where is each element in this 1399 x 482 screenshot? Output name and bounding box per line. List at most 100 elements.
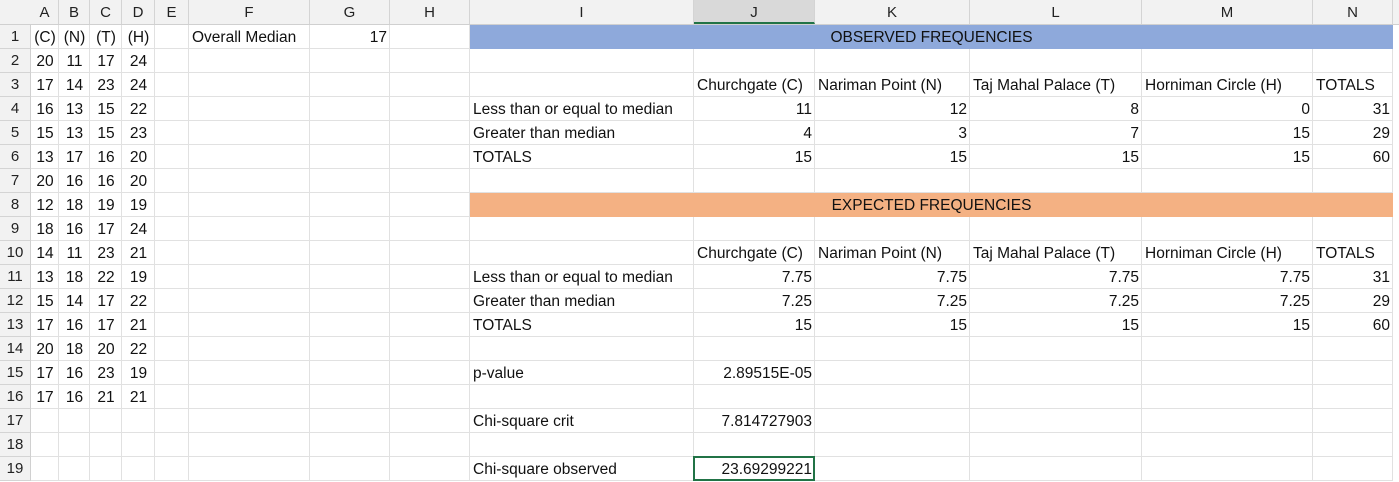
row-header-16[interactable]: 16 [0, 385, 31, 409]
raw-data-cell[interactable]: 18 [59, 265, 90, 289]
row-header-10[interactable]: 10 [0, 241, 31, 265]
observed-row-label[interactable]: TOTALS [470, 145, 694, 169]
raw-data-cell[interactable]: 21 [122, 241, 155, 265]
raw-data-cell[interactable]: 20 [31, 337, 59, 361]
row-header-11[interactable]: 11 [0, 265, 31, 289]
raw-data-cell[interactable]: 21 [122, 313, 155, 337]
raw-data-cell[interactable]: 17 [31, 73, 59, 97]
observed-value-cell[interactable]: 15 [815, 145, 970, 169]
raw-data-cell[interactable]: 14 [31, 241, 59, 265]
expected-value-cell[interactable]: 15 [1142, 313, 1313, 337]
observed-value-cell[interactable]: 11 [694, 97, 815, 121]
raw-data-cell[interactable]: 16 [59, 361, 90, 385]
raw-data-cell[interactable]: 22 [122, 289, 155, 313]
row-header-4[interactable]: 4 [0, 97, 31, 121]
raw-data-cell[interactable]: 14 [59, 73, 90, 97]
raw-header-a[interactable]: (C) [31, 25, 59, 49]
row-header-14[interactable]: 14 [0, 337, 31, 361]
stat-label[interactable]: p-value [470, 361, 694, 385]
raw-data-cell[interactable]: 20 [31, 49, 59, 73]
expected-frequencies-title[interactable]: EXPECTED FREQUENCIES [470, 193, 1393, 217]
observed-header-l[interactable]: Taj Mahal Palace (T) [970, 73, 1142, 97]
raw-data-cell[interactable]: 24 [122, 73, 155, 97]
raw-data-cell[interactable]: 19 [122, 361, 155, 385]
raw-data-cell[interactable]: 17 [31, 313, 59, 337]
row-header-9[interactable]: 9 [0, 217, 31, 241]
observed-header-k[interactable]: Nariman Point (N) [815, 73, 970, 97]
observed-value-cell[interactable]: 4 [694, 121, 815, 145]
raw-data-cell[interactable]: 21 [90, 385, 122, 409]
column-header-f[interactable]: F [189, 0, 310, 24]
raw-data-cell[interactable]: 22 [90, 265, 122, 289]
observed-value-cell[interactable]: 15 [694, 145, 815, 169]
raw-data-cell[interactable]: 17 [31, 361, 59, 385]
raw-header-d[interactable]: (H) [122, 25, 155, 49]
raw-data-cell[interactable]: 19 [90, 193, 122, 217]
row-header-5[interactable]: 5 [0, 121, 31, 145]
column-header-a[interactable]: A [31, 0, 59, 24]
raw-data-cell[interactable]: 13 [31, 265, 59, 289]
raw-data-cell[interactable]: 20 [122, 169, 155, 193]
expected-value-cell[interactable]: 60 [1313, 313, 1393, 337]
observed-header-m[interactable]: Horniman Circle (H) [1142, 73, 1313, 97]
raw-data-cell[interactable]: 11 [59, 241, 90, 265]
raw-header-c[interactable]: (T) [90, 25, 122, 49]
raw-data-cell[interactable]: 22 [122, 337, 155, 361]
row-header-19[interactable]: 19 [0, 457, 31, 481]
row-header-6[interactable]: 6 [0, 145, 31, 169]
observed-value-cell[interactable]: 3 [815, 121, 970, 145]
raw-data-cell[interactable]: 24 [122, 217, 155, 241]
raw-data-cell[interactable]: 12 [31, 193, 59, 217]
column-header-d[interactable]: D [122, 0, 155, 24]
expected-value-cell[interactable]: 29 [1313, 289, 1393, 313]
expected-value-cell[interactable]: 7.75 [970, 265, 1142, 289]
expected-value-cell[interactable]: 15 [970, 313, 1142, 337]
raw-data-cell[interactable]: 15 [31, 289, 59, 313]
stat-label[interactable]: Chi-square crit [470, 409, 694, 433]
expected-value-cell[interactable]: 15 [815, 313, 970, 337]
row-header-15[interactable]: 15 [0, 361, 31, 385]
raw-data-cell[interactable]: 15 [31, 121, 59, 145]
column-header-j[interactable]: J [694, 0, 815, 24]
expected-row-label[interactable]: Less than or equal to median [470, 265, 694, 289]
observed-frequencies-title[interactable]: OBSERVED FREQUENCIES [470, 25, 1393, 49]
expected-value-cell[interactable]: 7.25 [1142, 289, 1313, 313]
observed-value-cell[interactable]: 60 [1313, 145, 1393, 169]
raw-data-cell[interactable]: 23 [90, 241, 122, 265]
observed-value-cell[interactable]: 31 [1313, 97, 1393, 121]
stat-value[interactable]: 2.89515E-05 [694, 361, 815, 385]
raw-data-cell[interactable]: 11 [59, 49, 90, 73]
expected-header-l[interactable]: Taj Mahal Palace (T) [970, 241, 1142, 265]
expected-value-cell[interactable]: 7.75 [1142, 265, 1313, 289]
raw-data-cell[interactable]: 15 [90, 97, 122, 121]
raw-data-cell[interactable]: 16 [31, 97, 59, 121]
raw-data-cell[interactable]: 20 [122, 145, 155, 169]
expected-value-cell[interactable]: 7.75 [815, 265, 970, 289]
raw-data-cell[interactable]: 17 [90, 313, 122, 337]
expected-value-cell[interactable]: 7.25 [694, 289, 815, 313]
column-header-e[interactable]: E [155, 0, 189, 24]
column-header-l[interactable]: L [970, 0, 1142, 24]
row-header-8[interactable]: 8 [0, 193, 31, 217]
expected-row-label[interactable]: Greater than median [470, 289, 694, 313]
overall-median-label[interactable]: Overall Median [189, 25, 310, 49]
expected-value-cell[interactable]: 15 [694, 313, 815, 337]
raw-data-cell[interactable]: 16 [59, 217, 90, 241]
observed-value-cell[interactable]: 8 [970, 97, 1142, 121]
raw-data-cell[interactable]: 23 [90, 361, 122, 385]
raw-data-cell[interactable]: 17 [90, 289, 122, 313]
expected-header-m[interactable]: Horniman Circle (H) [1142, 241, 1313, 265]
raw-data-cell[interactable]: 21 [122, 385, 155, 409]
column-header-i[interactable]: I [470, 0, 694, 24]
row-header-2[interactable]: 2 [0, 49, 31, 73]
column-header-c[interactable]: C [90, 0, 122, 24]
observed-value-cell[interactable]: 29 [1313, 121, 1393, 145]
expected-value-cell[interactable]: 31 [1313, 265, 1393, 289]
raw-data-cell[interactable]: 16 [59, 313, 90, 337]
stat-value[interactable]: 23.69299221 [694, 457, 815, 481]
row-header-13[interactable]: 13 [0, 313, 31, 337]
observed-value-cell[interactable]: 15 [1142, 145, 1313, 169]
row-header-1[interactable]: 1 [0, 25, 31, 49]
expected-value-cell[interactable]: 7.25 [970, 289, 1142, 313]
raw-data-cell[interactable]: 23 [90, 73, 122, 97]
